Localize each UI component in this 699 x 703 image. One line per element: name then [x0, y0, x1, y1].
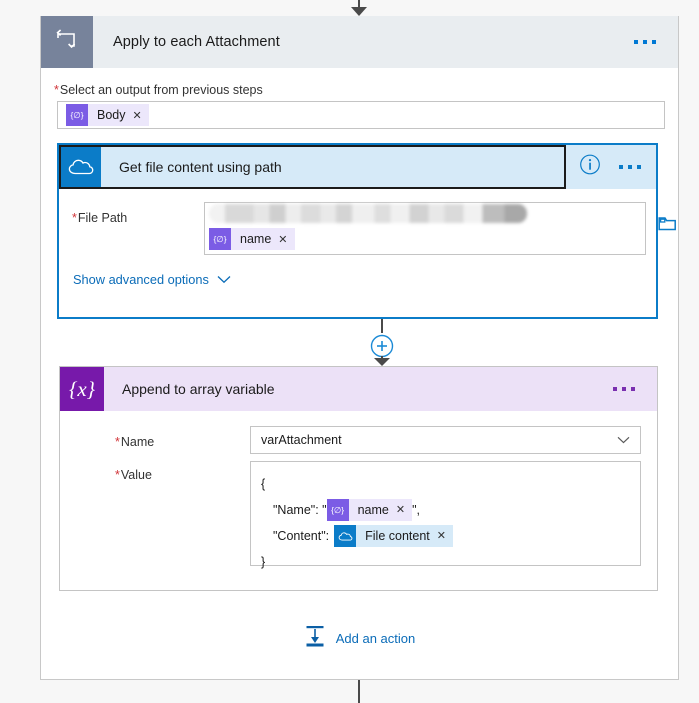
value-field-label: *Value [115, 468, 152, 482]
apply-to-each-title: Apply to each Attachment [113, 34, 280, 50]
info-icon[interactable] [579, 154, 601, 181]
expression-icon: {∅} [66, 104, 88, 126]
value-content-key: "Content": [273, 529, 330, 543]
token-name[interactable]: {∅} name ✕ [209, 228, 295, 250]
token-name[interactable]: {∅} name ✕ [326, 497, 413, 523]
select-output-label: *Select an output from previous steps [54, 83, 263, 97]
required-asterisk: * [115, 435, 120, 449]
onedrive-icon [61, 147, 101, 187]
file-path-input[interactable]: {∅} name ✕ [204, 202, 676, 255]
add-step-connector [41, 319, 678, 366]
add-an-action-button[interactable]: Add an action [41, 624, 678, 653]
ellipsis-dot [619, 165, 623, 169]
value-name-suffix: ", [412, 503, 421, 517]
apply-to-each-container: Apply to each Attachment *Select an outp… [40, 16, 679, 680]
show-advanced-options-button[interactable]: Show advanced options [73, 272, 231, 287]
required-asterisk: * [115, 468, 120, 482]
folder-icon[interactable] [658, 215, 677, 237]
value-close-brace: } [261, 555, 266, 569]
ellipsis-dot [637, 165, 641, 169]
token-remove-icon[interactable]: ✕ [278, 233, 294, 246]
top-connector-arrow [0, 0, 699, 16]
required-asterisk: * [54, 83, 59, 97]
value-name-key: "Name": " [273, 503, 327, 517]
ellipsis-dot [631, 387, 635, 391]
value-open-brace: { [261, 477, 266, 491]
name-field-label-text: Name [120, 435, 155, 449]
ellipsis-dot [622, 387, 626, 391]
loop-icon [41, 16, 93, 68]
name-dropdown[interactable]: varAttachment [250, 426, 641, 454]
ellipsis-dot [634, 40, 638, 44]
value-line-open: { [261, 471, 630, 497]
required-asterisk: * [72, 211, 77, 225]
token-label: Body [97, 108, 126, 122]
apply-to-each-header[interactable]: Apply to each Attachment [41, 16, 678, 68]
token-label: name [240, 232, 272, 246]
value-line-content: "Content": File content ✕ [261, 523, 630, 549]
name-field-label: *Name [115, 435, 154, 449]
token-file-content[interactable]: File content ✕ [334, 525, 453, 547]
file-path-label: *File Path [72, 211, 127, 225]
token-remove-icon[interactable]: ✕ [396, 497, 412, 523]
value-line-name: "Name": " {∅} name ✕ ", [261, 497, 630, 523]
onedrive-icon [334, 525, 357, 547]
select-output-label-text: Select an output from previous steps [59, 83, 263, 97]
chevron-down-icon [217, 272, 231, 287]
get-file-content-title: Get file content using path [119, 159, 282, 175]
token-body[interactable]: {∅} Body ✕ [66, 104, 149, 126]
add-an-action-label: Add an action [335, 631, 416, 646]
value-field-label-text: Value [120, 468, 152, 482]
get-file-content-header: Get file content using path [59, 145, 656, 189]
get-file-content-card: Get file content using path *File Path {… [57, 143, 676, 319]
token-remove-icon[interactable]: ✕ [437, 523, 453, 549]
redacted-file-path [209, 204, 527, 223]
apply-to-each-menu-button[interactable] [634, 40, 656, 44]
append-to-array-header[interactable]: {x} Append to array variable [60, 367, 657, 411]
name-dropdown-value: varAttachment [261, 433, 342, 447]
ellipsis-dot [652, 40, 656, 44]
file-path-label-text: File Path [77, 211, 128, 225]
expression-icon: {∅} [326, 499, 349, 521]
variables-icon: {x} [60, 367, 104, 411]
get-file-content-menu-button[interactable] [619, 165, 641, 169]
token-label: name [357, 503, 389, 517]
token-label: File content [365, 529, 430, 543]
token-remove-icon[interactable]: ✕ [133, 109, 149, 122]
value-input[interactable]: { "Name": " {∅} name ✕ ", "Content": Fil… [250, 461, 641, 569]
select-output-input[interactable]: {∅} Body ✕ [57, 101, 665, 129]
append-to-array-menu-button[interactable] [613, 387, 635, 391]
value-line-close: } [261, 549, 630, 575]
chevron-down-icon [617, 433, 630, 447]
bottom-connector-line [358, 680, 360, 703]
get-file-content-title-button[interactable]: Get file content using path [59, 145, 566, 189]
append-to-array-title: Append to array variable [122, 381, 275, 397]
ellipsis-dot [643, 40, 647, 44]
append-to-array-variable-card: {x} Append to array variable *Name varAt… [59, 366, 658, 591]
expression-icon: {∅} [209, 228, 231, 250]
ellipsis-dot [613, 387, 617, 391]
ellipsis-dot [628, 165, 632, 169]
flow-designer-canvas: Apply to each Attachment *Select an outp… [0, 0, 699, 703]
add-action-icon [304, 624, 326, 653]
show-advanced-options-label: Show advanced options [73, 272, 209, 287]
